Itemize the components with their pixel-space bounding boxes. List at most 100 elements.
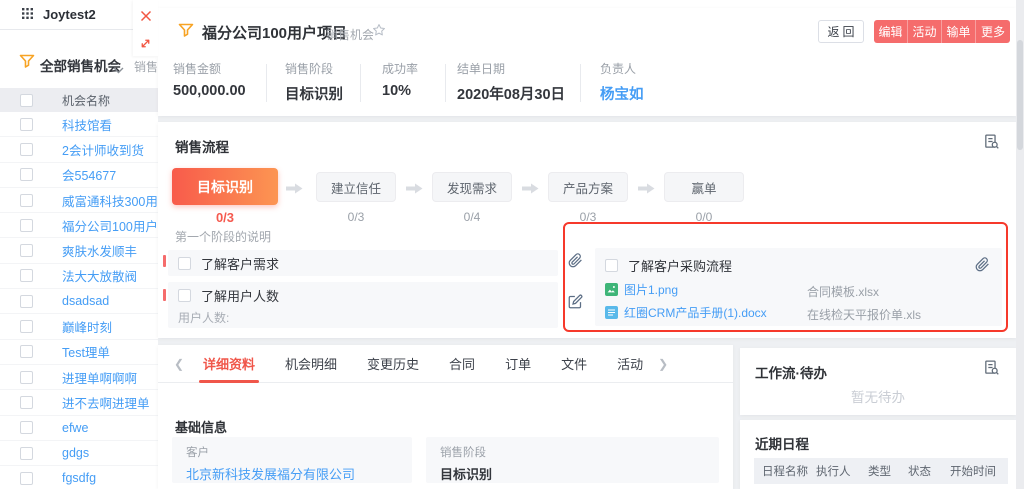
task-row-procurement-process: 了解客户采购流程 图片1.png 红圈CRM产品手册(1).docx 合同模板.…	[595, 248, 1002, 326]
task-subfield-label: 用户人数:	[178, 309, 558, 326]
panel-controls	[133, 0, 158, 56]
funnel-icon	[19, 54, 35, 74]
list-item[interactable]: Test理单	[0, 340, 158, 365]
tabs-scroll-right-icon[interactable]: ❯	[658, 357, 672, 371]
stage-win[interactable]: 赢单	[664, 172, 744, 202]
stage-count: 0/3	[316, 210, 396, 224]
file-name-plain: 在线检天平报价单.xls	[807, 306, 921, 323]
row-checkbox[interactable]	[20, 118, 33, 131]
section-title: 销售流程	[175, 136, 229, 156]
col-schedule-name: 日程名称	[754, 463, 816, 479]
doc-file-icon	[605, 306, 618, 319]
row-checkbox[interactable]	[20, 143, 33, 156]
row-checkbox[interactable]	[20, 396, 33, 409]
preview-doc-icon[interactable]	[983, 359, 1000, 381]
stage-target-identification[interactable]: 目标识别	[172, 168, 278, 205]
list-item[interactable]: dsadsad	[0, 289, 158, 314]
list-item[interactable]: efwe	[0, 416, 158, 441]
more-button[interactable]: 更多	[976, 20, 1010, 43]
tab-contract[interactable]: 合同	[449, 345, 475, 383]
edit-icon[interactable]	[568, 294, 583, 314]
row-checkbox[interactable]	[20, 472, 33, 485]
close-icon[interactable]	[140, 9, 152, 27]
stage-discover-needs[interactable]: 发现需求	[432, 172, 512, 202]
expand-icon[interactable]	[139, 37, 152, 55]
row-checkbox[interactable]	[20, 295, 33, 308]
tab-opportunity-detail[interactable]: 机会明细	[285, 345, 337, 383]
schedule-title: 近期日程	[755, 433, 809, 453]
scrollbar[interactable]	[1016, 0, 1024, 489]
list-item[interactable]: gdgs	[0, 441, 158, 466]
divider	[360, 64, 361, 102]
back-button[interactable]: 返回	[818, 20, 864, 43]
tab-bar: ❮ 详细资料 机会明细 变更历史 合同 订单 文件 活动 ❯	[158, 345, 733, 383]
app-name: Joytest2	[43, 7, 96, 22]
detail-header: 福分公司100用户项目 销售机会 返回 编辑 活动 输单 更多 销售金额 500…	[158, 8, 1016, 116]
list-item[interactable]: fgsdfg	[0, 466, 158, 489]
funnel-icon	[178, 23, 194, 43]
row-checkbox[interactable]	[20, 194, 33, 207]
list-item[interactable]: 福分公司100用户项目	[0, 213, 158, 238]
select-all-checkbox[interactable]	[20, 94, 33, 107]
list-item[interactable]: 爽肤水发顺丰	[0, 238, 158, 263]
tab-change-history[interactable]: 变更历史	[367, 345, 419, 383]
chevron-down-icon[interactable]	[113, 61, 124, 79]
required-marker	[163, 289, 166, 301]
attachment-icon[interactable]	[975, 257, 990, 277]
row-checkbox[interactable]	[20, 244, 33, 257]
tab-order[interactable]: 订单	[505, 345, 531, 383]
scrollbar-thumb[interactable]	[1017, 40, 1023, 150]
row-checkbox[interactable]	[20, 421, 33, 434]
sidebar-title: 全部销售机会	[40, 55, 121, 75]
task-checkbox[interactable]	[178, 257, 191, 270]
list-item[interactable]: 2会计师收到货	[0, 137, 158, 162]
task-checkbox[interactable]	[178, 289, 191, 302]
customer-link[interactable]: 北京新科技发展福分有限公司	[186, 464, 412, 483]
tab-detail-info[interactable]: 详细资料	[203, 345, 255, 383]
basic-info-title: 基础信息	[175, 417, 227, 436]
stage-arrow-icon	[286, 181, 303, 199]
row-checkbox[interactable]	[20, 345, 33, 358]
detail-tabs-card: ❮ 详细资料 机会明细 变更历史 合同 订单 文件 活动 ❯ 基础信息 客户 北…	[158, 345, 733, 489]
row-checkbox[interactable]	[20, 168, 33, 181]
preview-doc-icon[interactable]	[983, 133, 1000, 155]
row-checkbox[interactable]	[20, 269, 33, 282]
row-checkbox[interactable]	[20, 320, 33, 333]
tab-activity[interactable]: 活动	[617, 345, 643, 383]
task-row-customer-needs: 了解客户需求	[168, 250, 558, 276]
stage-count: 0/3	[172, 210, 278, 225]
tab-files[interactable]: 文件	[561, 345, 587, 383]
stage-product-plan[interactable]: 产品方案	[548, 172, 628, 202]
sidebar-subtitle: 销售机会	[134, 58, 158, 75]
list-item[interactable]: 进不去啊进理单	[0, 390, 158, 415]
action-button-group: 编辑 活动 输单 更多	[874, 20, 1010, 43]
edit-button[interactable]: 编辑	[874, 20, 908, 43]
workflow-title: 工作流·待办	[755, 362, 827, 382]
list-item[interactable]: 科技馆看	[0, 112, 158, 137]
stage-count: 0/0	[664, 210, 744, 224]
divider	[580, 64, 581, 102]
app-grid-icon[interactable]	[22, 6, 33, 24]
attachment-icon[interactable]	[568, 253, 583, 273]
task-checkbox[interactable]	[605, 259, 618, 272]
tabs-scroll-left-icon[interactable]: ❮	[174, 357, 188, 371]
row-checkbox[interactable]	[20, 219, 33, 232]
lose-order-button[interactable]: 输单	[942, 20, 976, 43]
list-item[interactable]: 巅峰时刻	[0, 314, 158, 339]
image-file-icon	[605, 283, 618, 296]
stage-arrow-icon	[522, 181, 539, 199]
sidebar-rows: 科技馆看 2会计师收到货 会554677 威富通科技300用户项目 福分公司10…	[0, 112, 158, 489]
list-item[interactable]: 进理单啊啊啊	[0, 365, 158, 390]
activity-button[interactable]: 活动	[908, 20, 942, 43]
column-header-label: 机会名称	[62, 92, 110, 109]
row-checkbox[interactable]	[20, 371, 33, 384]
list-item[interactable]: 威富通科技300用户项目	[0, 188, 158, 213]
stage-build-trust[interactable]: 建立信任	[316, 172, 396, 202]
favorite-star-icon[interactable]	[372, 23, 386, 42]
row-checkbox[interactable]	[20, 447, 33, 460]
owner-link[interactable]: 杨宝如	[600, 83, 644, 104]
list-item[interactable]: 会554677	[0, 163, 158, 188]
file-link-image[interactable]: 图片1.png	[605, 281, 678, 298]
file-link-doc[interactable]: 红圈CRM产品手册(1).docx	[605, 304, 767, 321]
list-item[interactable]: 法大大放散阀	[0, 264, 158, 289]
